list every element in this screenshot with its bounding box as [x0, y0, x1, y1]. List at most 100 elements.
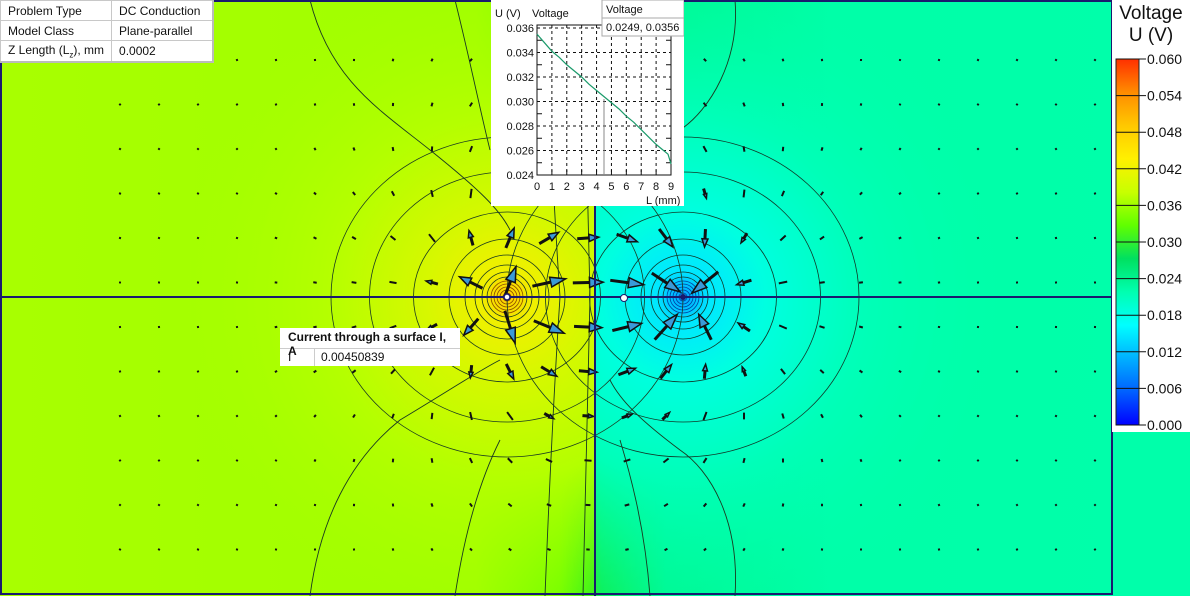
current-arrow — [196, 370, 200, 373]
current-arrow — [469, 188, 473, 199]
current-arrow — [976, 147, 980, 151]
plot-x-tick-label: 5 — [608, 181, 614, 193]
current-arrow — [937, 370, 941, 373]
current-arrow — [118, 503, 122, 507]
current-arrow — [157, 147, 161, 151]
property-key-tail: ), mm — [73, 43, 105, 57]
current-arrow — [118, 414, 122, 418]
current-arrow-shaft — [702, 370, 707, 379]
current-arrow — [898, 325, 902, 329]
current-arrow — [820, 458, 824, 463]
current-arrow — [274, 236, 278, 240]
current-arrow — [898, 459, 902, 462]
legend-tick-label: 0.054 — [1147, 88, 1182, 104]
current-arrow — [937, 414, 941, 418]
current-arrow — [196, 147, 200, 151]
current-arrow — [937, 236, 941, 240]
plot-y-tick-label: 0.024 — [506, 170, 534, 182]
current-arrow-shaft — [431, 280, 439, 286]
current-arrow — [781, 548, 785, 551]
current-arrow — [1015, 459, 1019, 462]
current-arrow — [1054, 58, 1058, 62]
current-result-box: Current through a surface I, A I 0.00450… — [280, 328, 460, 366]
current-arrow — [235, 370, 239, 373]
current-arrow — [235, 58, 239, 62]
current-arrow — [1054, 459, 1058, 462]
current-result-label: I — [280, 349, 315, 366]
current-arrow — [235, 236, 239, 240]
legend-tick-label: 0.060 — [1147, 51, 1182, 67]
sink-electrode[interactable] — [680, 294, 686, 300]
current-arrow — [742, 189, 746, 198]
legend-tick-label: 0.000 — [1147, 417, 1182, 432]
current-arrow — [976, 503, 980, 507]
current-arrow — [781, 413, 785, 419]
current-arrow — [157, 192, 161, 195]
current-arrow — [1015, 236, 1019, 240]
current-arrow — [196, 459, 200, 462]
current-arrow — [157, 414, 161, 418]
plot-tooltip: Voltage 0.0249, 0.0356 — [601, 0, 685, 37]
current-arrow — [274, 459, 278, 462]
current-arrow — [196, 103, 200, 106]
plot-tooltip-title: Voltage — [606, 4, 643, 16]
current-arrow — [391, 146, 395, 152]
current-arrow — [196, 236, 200, 240]
current-arrow — [898, 236, 902, 240]
property-key: Model Class — [0, 20, 113, 41]
plot-x-tick-label: 3 — [579, 181, 585, 193]
plot-y-tick-label: 0.026 — [506, 146, 534, 158]
current-arrow — [391, 548, 395, 551]
current-arrow — [274, 414, 278, 418]
current-arrow — [235, 103, 239, 106]
current-arrow — [274, 192, 278, 195]
current-arrow — [1093, 58, 1097, 62]
current-arrow — [937, 192, 941, 195]
current-arrow — [157, 103, 161, 106]
current-arrow — [1015, 192, 1019, 195]
current-arrow — [976, 236, 980, 240]
current-arrow — [976, 548, 980, 551]
current-result-value: 0.00450839 — [321, 350, 385, 364]
source-electrode[interactable] — [503, 293, 511, 301]
plot-y-tick-label: 0.034 — [506, 48, 534, 60]
current-arrow — [1054, 147, 1058, 151]
current-arrow — [274, 103, 278, 106]
current-arrow — [898, 414, 902, 418]
current-arrow — [1015, 147, 1019, 151]
plot-y-tick-label: 0.032 — [506, 72, 534, 84]
plot-y-ticks: 0.024 0.026 0.028 0.030 0.032 0.034 0.036 — [506, 23, 534, 182]
plot-tooltip-value: 0.0249, 0.0356 — [606, 22, 679, 34]
current-arrow — [1054, 236, 1058, 240]
current-arrow — [118, 192, 122, 195]
current-arrow — [1015, 503, 1019, 507]
legend-tick-label: 0.012 — [1147, 344, 1182, 360]
voltage-plot-panel[interactable]: U (V) Voltage L (mm) 0.024 0.026 0.028 0.03… — [491, 0, 685, 207]
plot-x-ticks: 0123456789 — [534, 181, 674, 193]
current-arrow — [352, 458, 356, 463]
current-arrow — [1054, 414, 1058, 418]
current-arrow — [1093, 192, 1097, 195]
current-arrow — [235, 503, 239, 507]
current-arrow — [389, 280, 397, 285]
plot-y-tick-label: 0.030 — [506, 97, 534, 109]
plot-x-tick-label: 1 — [549, 181, 555, 193]
plot-x-axis-label: L (mm) — [646, 195, 680, 206]
current-arrow — [391, 58, 395, 62]
legend-tick-label: 0.030 — [1147, 234, 1182, 250]
current-arrow — [1093, 414, 1097, 418]
current-arrow — [235, 414, 239, 418]
current-arrow-shaft — [578, 369, 590, 374]
current-arrow — [1093, 503, 1097, 507]
current-arrow — [118, 236, 122, 240]
current-arrow-shaft — [621, 414, 629, 420]
current-arrow — [859, 103, 863, 106]
legend-tick-label: 0.018 — [1147, 307, 1182, 323]
plot-series-title: Voltage — [532, 8, 569, 20]
current-arrow — [1054, 503, 1058, 507]
current-arrow — [430, 503, 434, 507]
contour-point-marker[interactable] — [620, 294, 628, 302]
current-arrow — [1015, 103, 1019, 106]
current-arrow — [235, 548, 239, 551]
current-arrow — [235, 192, 239, 195]
